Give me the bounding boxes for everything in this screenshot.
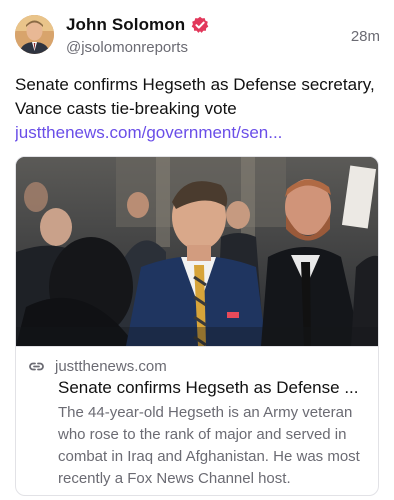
link-icon <box>29 362 44 371</box>
card-image[interactable] <box>16 157 378 346</box>
author-handle[interactable]: @jsolomonreports <box>66 39 188 56</box>
card-domain-row: justthenews.com <box>28 358 167 375</box>
card-meta: justthenews.com Senate confirms Hegseth … <box>16 346 378 495</box>
post-text-content: Senate confirms Hegseth as Defense secre… <box>15 75 375 118</box>
card-description: The 44-year-old Hegseth is an Army veter… <box>58 404 360 487</box>
card-domain: justthenews.com <box>55 358 167 375</box>
post-link[interactable]: justthenews.com/government/sen... <box>15 121 380 145</box>
link-preview-card[interactable]: justthenews.com Senate confirms Hegseth … <box>15 156 379 496</box>
post: John Solomon @jsolomonreports 28m Senate… <box>0 0 394 500</box>
verified-badge-icon <box>191 16 209 33</box>
post-timestamp[interactable]: 28m <box>351 28 380 45</box>
post-text: Senate confirms Hegseth as Defense secre… <box>15 73 380 145</box>
post-header: John Solomon @jsolomonreports 28m <box>15 14 380 62</box>
card-title[interactable]: Senate confirms Hegseth as Defense ... <box>58 378 370 398</box>
author-display-name[interactable]: John Solomon <box>66 15 185 35</box>
avatar[interactable] <box>15 15 54 54</box>
author-name-row: John Solomon <box>66 14 209 36</box>
news-photo-icon <box>16 157 378 346</box>
avatar-icon <box>15 15 54 54</box>
